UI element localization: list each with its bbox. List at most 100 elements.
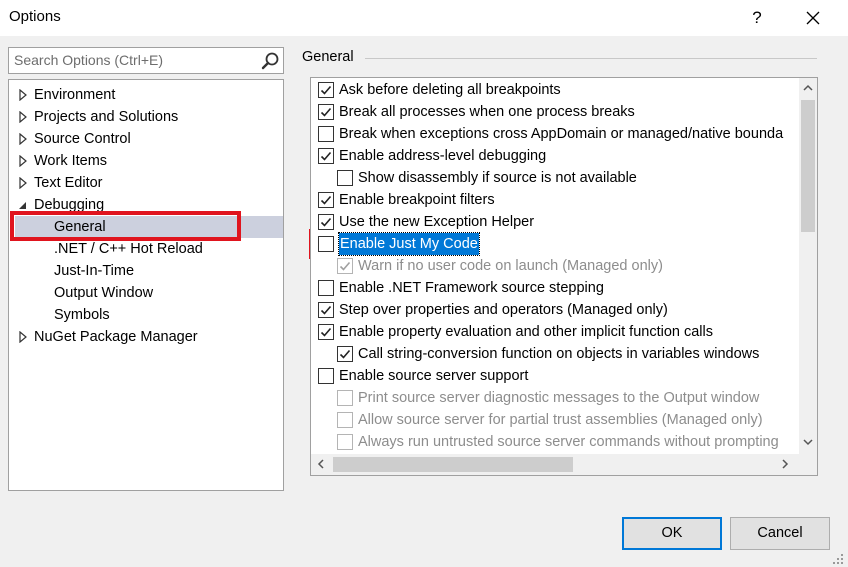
- checkbox[interactable]: [318, 214, 334, 230]
- checkbox: [337, 390, 353, 406]
- option-label: Break when exceptions cross AppDomain or…: [339, 126, 784, 142]
- search-icon[interactable]: [260, 51, 280, 71]
- expand-arrow-icon[interactable]: [18, 177, 28, 189]
- option-enable-source-server-support[interactable]: Enable source server support: [318, 365, 788, 387]
- scrollbar-corner: [799, 454, 817, 475]
- tree-item-debugging[interactable]: Debugging: [9, 194, 283, 216]
- tree-item-general[interactable]: General: [15, 216, 283, 238]
- option-label: Use the new Exception Helper: [339, 214, 535, 230]
- option-warn-if-no-user-code-on-launch-managed-only: Warn if no user code on launch (Managed …: [337, 255, 807, 277]
- checkbox[interactable]: [337, 346, 353, 362]
- option-enable-just-my-code[interactable]: Enable Just My Code: [318, 232, 788, 256]
- group-title: General: [302, 49, 354, 65]
- option-label: Enable source server support: [339, 368, 529, 384]
- check-icon: [320, 305, 332, 315]
- tree-item-work-items[interactable]: Work Items: [9, 150, 283, 172]
- check-icon: [320, 107, 332, 117]
- option-call-string-conversion-function-on-objects-in-va[interactable]: Call string-conversion function on objec…: [337, 343, 807, 365]
- option-always-run-untrusted-source-server-commands-with: Always run untrusted source server comma…: [337, 431, 807, 453]
- option-allow-source-server-for-partial-trust-assemblies: Allow source server for partial trust as…: [337, 409, 807, 431]
- tree-item-nuget-package-manager[interactable]: NuGet Package Manager: [9, 326, 283, 348]
- scroll-up-icon[interactable]: [803, 84, 813, 92]
- tree-item-label: Work Items: [34, 153, 108, 169]
- option-label: Enable property evaluation and other imp…: [339, 324, 713, 340]
- checkbox: [337, 412, 353, 428]
- window-title: Options: [9, 8, 61, 25]
- vertical-scrollbar[interactable]: [799, 78, 817, 454]
- checkbox[interactable]: [318, 126, 334, 142]
- checkbox[interactable]: [337, 170, 353, 186]
- expand-arrow-icon[interactable]: [18, 133, 28, 145]
- option-break-when-exceptions-cross-appdomain-or-managed[interactable]: Break when exceptions cross AppDomain or…: [318, 123, 788, 145]
- horizontal-scroll-thumb[interactable]: [333, 457, 573, 472]
- checkbox: [337, 258, 353, 274]
- option-label: Enable address-level debugging: [339, 148, 547, 164]
- resize-grip-icon[interactable]: [832, 553, 844, 565]
- expand-arrow-icon[interactable]: [18, 111, 28, 123]
- check-icon: [320, 217, 332, 227]
- expand-arrow-icon[interactable]: [18, 155, 28, 167]
- tree-item-projects-and-solutions[interactable]: Projects and Solutions: [9, 106, 283, 128]
- option-enable-property-evaluation-and-other-implicit-fu[interactable]: Enable property evaluation and other imp…: [318, 321, 788, 343]
- expand-arrow-icon[interactable]: [18, 331, 28, 343]
- option-label: Print source server diagnostic messages …: [358, 390, 760, 406]
- option-label: Always run untrusted source server comma…: [358, 434, 779, 450]
- option-label: Step over properties and operators (Mana…: [339, 302, 668, 318]
- close-icon: [806, 11, 820, 25]
- tree-item-label: Text Editor: [34, 175, 103, 191]
- check-icon: [320, 85, 332, 95]
- option-label: Allow source server for partial trust as…: [358, 412, 763, 428]
- checkbox[interactable]: [318, 368, 334, 384]
- scroll-left-icon[interactable]: [317, 459, 325, 469]
- option-enable-address-level-debugging[interactable]: Enable address-level debugging: [318, 145, 788, 167]
- option-label: Enable Just My Code: [338, 232, 480, 256]
- help-button[interactable]: ?: [742, 4, 772, 32]
- check-icon: [320, 195, 332, 205]
- option-break-all-processes-when-one-process-breaks[interactable]: Break all processes when one process bre…: [318, 101, 788, 123]
- expand-arrow-icon[interactable]: [18, 89, 28, 101]
- search-input[interactable]: Search Options (Ctrl+E): [8, 47, 284, 74]
- check-icon: [320, 327, 332, 337]
- collapse-arrow-icon[interactable]: [18, 199, 28, 211]
- tree-item-label: Source Control: [34, 131, 131, 147]
- checkbox[interactable]: [318, 192, 334, 208]
- check-icon: [339, 261, 351, 271]
- close-button[interactable]: [798, 4, 828, 32]
- tree-item-label: NuGet Package Manager: [34, 329, 198, 345]
- tree-item-source-control[interactable]: Source Control: [9, 128, 283, 150]
- options-list[interactable]: Always run untrusted source server comma…: [310, 77, 818, 476]
- tree-item-text-editor[interactable]: Text Editor: [9, 172, 283, 194]
- tree-item-output-window[interactable]: Output Window: [15, 282, 283, 304]
- option-label: Ask before deleting all breakpoints: [339, 82, 561, 98]
- option-ask-before-deleting-all-breakpoints[interactable]: Ask before deleting all breakpoints: [318, 79, 788, 101]
- option-use-the-new-exception-helper[interactable]: Use the new Exception Helper: [318, 211, 788, 233]
- search-placeholder: Search Options (Ctrl+E): [14, 52, 163, 68]
- horizontal-scrollbar[interactable]: [311, 454, 799, 475]
- checkbox[interactable]: [318, 280, 334, 296]
- scroll-down-icon[interactable]: [803, 438, 813, 446]
- option-show-disassembly-if-source-is-not-available[interactable]: Show disassembly if source is not availa…: [337, 167, 807, 189]
- tree-item-just-in-time[interactable]: Just-In-Time: [15, 260, 283, 282]
- option-label: Enable .NET Framework source stepping: [339, 280, 604, 296]
- checkbox[interactable]: [318, 148, 334, 164]
- option-enable-breakpoint-filters[interactable]: Enable breakpoint filters: [318, 189, 788, 211]
- tree-item-environment[interactable]: Environment: [9, 84, 283, 106]
- option-step-over-properties-and-operators-managed-only[interactable]: Step over properties and operators (Mana…: [318, 299, 788, 321]
- vertical-scroll-thumb[interactable]: [801, 100, 815, 232]
- checkbox[interactable]: [318, 302, 334, 318]
- tree-item-net-c-hot-reload[interactable]: .NET / C++ Hot Reload: [15, 238, 283, 260]
- group-divider: [365, 58, 817, 59]
- checkbox[interactable]: [318, 82, 334, 98]
- checkbox[interactable]: [318, 236, 334, 252]
- options-tree[interactable]: Environment Projects and Solutions Source …: [8, 79, 284, 491]
- scroll-right-icon[interactable]: [781, 459, 789, 469]
- tree-item-label: Just-In-Time: [54, 263, 135, 279]
- option-enable-net-framework-source-stepping[interactable]: Enable .NET Framework source stepping: [318, 277, 788, 299]
- tree-item-symbols[interactable]: Symbols: [15, 304, 283, 326]
- checkbox[interactable]: [318, 104, 334, 120]
- option-label: Warn if no user code on launch (Managed …: [358, 258, 663, 274]
- ok-button[interactable]: OK: [622, 517, 722, 550]
- cancel-button[interactable]: Cancel: [730, 517, 830, 550]
- check-icon: [339, 349, 351, 359]
- checkbox[interactable]: [318, 324, 334, 340]
